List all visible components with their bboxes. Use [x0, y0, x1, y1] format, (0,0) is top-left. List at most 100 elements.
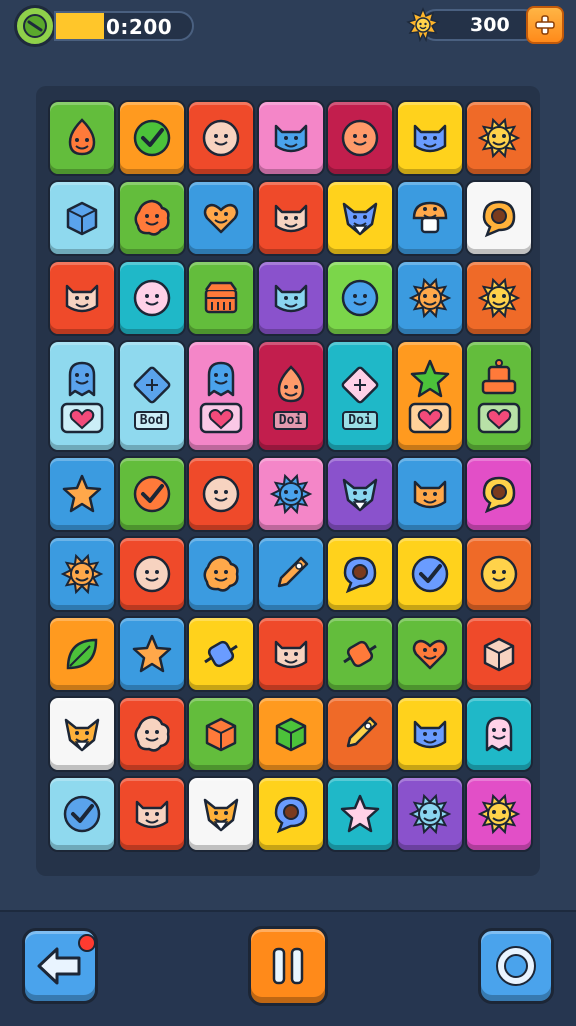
- tile-cat-r4c5[interactable]: [395, 456, 464, 532]
- tile-smile-r0c4[interactable]: [326, 100, 394, 176]
- tile-chest-r2c2[interactable]: [187, 260, 255, 336]
- tile-bubble-r1c6[interactable]: [465, 180, 533, 256]
- timer-bar: 0:200: [54, 11, 194, 41]
- tile-box-r1c0[interactable]: [48, 180, 116, 256]
- tile-heart-r6c5[interactable]: [395, 616, 464, 692]
- tile-sun-r8c6[interactable]: [465, 776, 533, 852]
- shuffle-button[interactable]: [478, 928, 554, 1004]
- tile-star-r6c1[interactable]: [117, 616, 186, 692]
- pause-icon: [272, 947, 304, 985]
- tile-fox-r7c0[interactable]: [48, 696, 116, 772]
- tile-robot-r3c6[interactable]: [465, 340, 533, 452]
- tile-sun-r5c0[interactable]: [48, 536, 116, 612]
- tile-ghost-r7c6[interactable]: [465, 696, 533, 772]
- tile-fox-r4c4[interactable]: [326, 456, 394, 532]
- tile-cat-r2c3[interactable]: [256, 260, 325, 336]
- heart-card-icon: [199, 402, 243, 434]
- tile-smile-r5c6[interactable]: [465, 536, 533, 612]
- smile-icon: [202, 119, 240, 157]
- tile-smile-r4c2[interactable]: [187, 456, 255, 532]
- tile-leaf-r6c0[interactable]: [48, 616, 116, 692]
- tile-smile-r2c1[interactable]: [117, 260, 186, 336]
- tile-sun-r4c3[interactable]: [256, 456, 325, 532]
- coin-count: 300: [470, 14, 510, 36]
- fox-icon: [203, 798, 239, 832]
- tile-check-r0c1[interactable]: [117, 100, 186, 176]
- tile-diamond-r3c4[interactable]: Doi: [326, 340, 394, 452]
- tile-bubble-r4c6[interactable]: [465, 456, 533, 532]
- heart-icon: [412, 639, 447, 670]
- tile-heart-r1c2[interactable]: [187, 180, 255, 256]
- tile-flame-r0c0[interactable]: [48, 100, 116, 176]
- tile-check-r4c1[interactable]: [117, 456, 186, 532]
- tile-check-r5c5[interactable]: [395, 536, 464, 612]
- tile-sun-r0c6[interactable]: [465, 100, 533, 176]
- chest-icon: [204, 281, 238, 314]
- tile-cat-r6c3[interactable]: [256, 616, 325, 692]
- tile-label: Doi: [272, 410, 309, 430]
- bubble-icon: [343, 556, 377, 594]
- tile-bubble-r8c3[interactable]: [256, 776, 325, 852]
- smile-icon: [133, 555, 170, 593]
- tile-star-r8c4[interactable]: [326, 776, 394, 852]
- timer-fill: [56, 13, 104, 39]
- tile-smile-r5c1[interactable]: [117, 536, 186, 612]
- tile-cat-r0c5[interactable]: [395, 100, 464, 176]
- mushroom-icon: [412, 201, 447, 234]
- tile-check-r8c0[interactable]: [48, 776, 116, 852]
- tile-fox-r1c4[interactable]: [326, 180, 394, 256]
- check-icon: [411, 555, 448, 593]
- clock-icon: [14, 5, 56, 47]
- tile-sun-r2c5[interactable]: [395, 260, 464, 336]
- cat-icon: [413, 480, 446, 509]
- tile-diamond-r3c1[interactable]: Bod: [117, 340, 186, 452]
- cat-icon: [274, 284, 307, 313]
- tile-cat-r1c3[interactable]: [256, 180, 325, 256]
- tile-star-r3c5[interactable]: [395, 340, 464, 452]
- tile-cat-r2c0[interactable]: [48, 260, 116, 336]
- tile-cat-r8c1[interactable]: [117, 776, 186, 852]
- check-icon: [63, 795, 101, 833]
- sun-icon: [477, 793, 521, 835]
- tile-label: Bod: [133, 410, 170, 430]
- tile-box-r7c2[interactable]: [187, 696, 255, 772]
- tile-rocket-r5c3[interactable]: [256, 536, 325, 612]
- tile-smile-r0c2[interactable]: [187, 100, 255, 176]
- box-icon: [66, 201, 98, 236]
- rocket-icon: [346, 716, 378, 748]
- tile-blob-r5c2[interactable]: [187, 536, 255, 612]
- notification-dot: [78, 934, 96, 952]
- pause-button[interactable]: [248, 926, 328, 1006]
- tile-flame-r3c3[interactable]: Doi: [256, 340, 325, 452]
- tile-ghost-r3c2[interactable]: [187, 340, 255, 452]
- blob-icon: [134, 199, 170, 236]
- tile-rocket-r7c4[interactable]: [326, 696, 394, 772]
- tile-mushroom-r1c5[interactable]: [395, 180, 464, 256]
- diamond-icon: [133, 366, 170, 403]
- tile-sun-r8c5[interactable]: [395, 776, 464, 852]
- tile-candy-r6c4[interactable]: [326, 616, 394, 692]
- fox-icon: [342, 478, 378, 512]
- smile-icon: [480, 555, 518, 593]
- box-icon: [275, 717, 306, 752]
- tile-bubble-r5c4[interactable]: [326, 536, 394, 612]
- tile-ghost-r3c0[interactable]: [48, 340, 116, 452]
- tile-fox-r8c2[interactable]: [187, 776, 255, 852]
- ring-icon: [496, 946, 536, 986]
- tile-box-r7c3[interactable]: [256, 696, 325, 772]
- tile-cat-r7c5[interactable]: [395, 696, 464, 772]
- bubble-icon: [274, 796, 307, 834]
- bottom-bar: [0, 910, 576, 1026]
- tile-blob-r7c1[interactable]: [117, 696, 186, 772]
- tile-blob-r1c1[interactable]: [117, 180, 186, 256]
- bubble-icon: [482, 476, 516, 514]
- smile-icon: [202, 475, 240, 513]
- tile-sun-r2c6[interactable]: [465, 260, 533, 336]
- tile-smile-r2c4[interactable]: [326, 260, 394, 336]
- tile-cat-r0c3[interactable]: [256, 100, 325, 176]
- tile-candy-r6c2[interactable]: [187, 616, 255, 692]
- add-coins-button[interactable]: [526, 6, 564, 44]
- sun-icon: [477, 277, 521, 319]
- tile-box-r6c6[interactable]: [465, 616, 533, 692]
- tile-star-r4c0[interactable]: [48, 456, 116, 532]
